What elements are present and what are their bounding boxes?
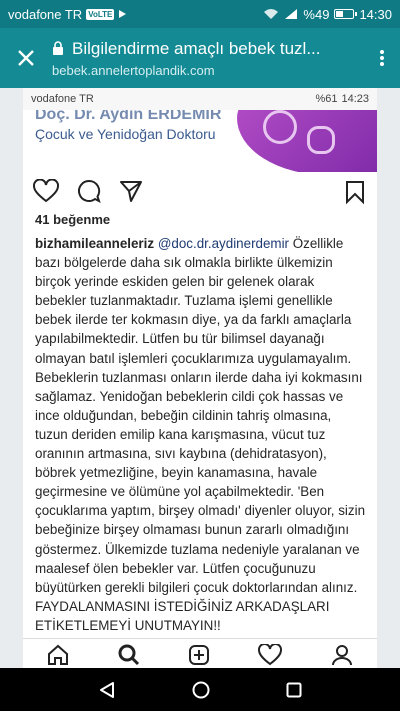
add-post-icon[interactable]	[188, 644, 210, 666]
caption-text: Özellikle bazı bölgelerde daha sık olmak…	[35, 236, 366, 633]
home-icon[interactable]	[47, 644, 69, 666]
volte-badge: VoLTE	[86, 8, 115, 20]
recents-icon[interactable]	[286, 682, 302, 698]
instagram-bottom-nav	[23, 638, 377, 668]
doctor-title: Çocuk ve Yenidoğan Doktoru	[35, 126, 216, 142]
caption-username[interactable]: bizhamileanneleriz	[35, 236, 154, 251]
post-image: Doç. Dr. Aydın ERDEMİR Çocuk ve Yenidoğa…	[23, 110, 377, 172]
inner-status-bar: vodafone TR %61 14:23	[23, 88, 377, 110]
signal-icon	[285, 9, 298, 19]
heart-icon[interactable]	[33, 179, 59, 203]
android-nav-bar	[0, 668, 400, 711]
custom-tab-toolbar: Bilgilendirme amaçlı bebek tuzl... bebek…	[0, 28, 400, 88]
page-title: Bilgilendirme amaçlı bebek tuzl...	[72, 38, 321, 58]
bookmark-icon[interactable]	[345, 180, 365, 204]
inner-clock: 14:23	[341, 93, 369, 105]
lock-icon	[53, 41, 63, 55]
doctor-name: Doç. Dr. Aydın ERDEMİR	[35, 110, 222, 123]
activity-icon[interactable]	[258, 644, 283, 666]
battery-icon	[334, 9, 358, 19]
page-url: bebek.annelertoplandik.com	[52, 62, 215, 78]
wifi-icon	[264, 9, 279, 19]
instagram-screenshot: vodafone TR %61 14:23 Doç. Dr. Aydın ERD…	[23, 88, 377, 668]
close-icon	[18, 50, 34, 66]
inner-carrier-label: vodafone TR	[31, 93, 94, 105]
close-button[interactable]	[0, 28, 52, 88]
carrier-label: vodafone TR	[8, 6, 83, 22]
profile-icon[interactable]	[331, 644, 353, 666]
share-icon[interactable]	[119, 179, 143, 203]
comment-icon[interactable]	[77, 179, 101, 203]
overflow-menu-icon	[380, 48, 384, 68]
decorative-art	[237, 110, 377, 172]
home-circle-icon[interactable]	[192, 681, 210, 699]
likes-count[interactable]: 41 beğenme	[23, 210, 377, 230]
status-bar: vodafone TR VoLTE %49 14:30	[0, 0, 400, 28]
post-actions	[23, 172, 377, 210]
battery-percent: %49	[303, 6, 330, 22]
back-icon[interactable]	[98, 681, 116, 699]
caption-mention[interactable]: @doc.dr.aydinerdemir	[158, 236, 289, 251]
clock: 14:30	[359, 6, 392, 22]
inner-battery-percent: %61	[315, 93, 338, 105]
play-icon	[119, 10, 127, 18]
post-caption: bizhamileanneleriz @doc.dr.aydinerdemir …	[23, 230, 377, 635]
tab-address-area[interactable]: Bilgilendirme amaçlı bebek tuzl... bebek…	[52, 39, 364, 78]
overflow-menu-button[interactable]	[364, 28, 400, 88]
search-icon[interactable]	[118, 644, 140, 666]
page-content: vodafone TR %61 14:23 Doç. Dr. Aydın ERD…	[0, 88, 400, 668]
